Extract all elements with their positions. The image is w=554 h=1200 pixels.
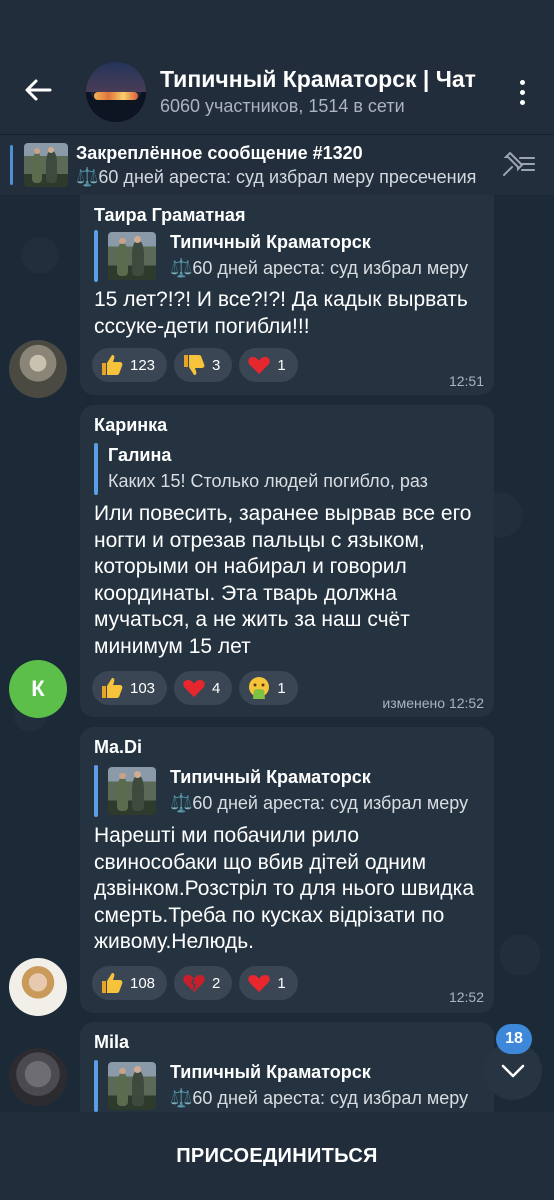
message-bubble[interactable]: Ma.Di Типичный Краматорск ⚖️60 дней арес… (80, 727, 494, 1013)
reaction-count: 1 (277, 974, 286, 992)
reply-author: Галина (108, 445, 172, 465)
pinned-indicator (10, 145, 13, 185)
chat-avatar[interactable] (86, 62, 146, 122)
reply-thumbnail (108, 232, 156, 280)
reactions-row: 108 2 1 (92, 966, 298, 1000)
message-author[interactable]: Mila (94, 1032, 129, 1053)
reply-text: ⚖️60 дней ареста: суд избрал меру (170, 1088, 469, 1108)
more-menu-button[interactable] (508, 74, 536, 110)
reply-author: Типичный Краматорск (170, 767, 371, 787)
pinned-list-button[interactable] (500, 149, 536, 184)
reaction-count: 1 (277, 356, 286, 374)
dot-icon (519, 89, 525, 95)
reaction-count: 123 (130, 356, 156, 374)
thumbs-down-icon (184, 355, 205, 375)
vomit-face-icon (249, 677, 270, 699)
reaction-count: 103 (130, 679, 156, 697)
reply-thumbnail (108, 1062, 156, 1110)
pinned-thumbnail (24, 143, 68, 187)
reply-preview[interactable]: Типичный Краматорск ⚖️60 дней ареста: су… (94, 230, 480, 282)
dot-icon (519, 79, 525, 85)
message-bubble[interactable]: Каринка Галина Каких 15! Столько людей п… (80, 405, 494, 717)
thumbs-up-icon (102, 678, 123, 698)
pinned-text: ⚖️60 дней ареста: суд избрал меру пресеч… (76, 167, 477, 187)
heart-icon (248, 975, 271, 992)
message-time: 12:52 (448, 989, 484, 1005)
reactions-row: 123 3 1 (92, 348, 298, 382)
arrow-left-icon (25, 79, 52, 101)
join-bar: ПРИСОЕДИНИТЬСЯ (0, 1112, 554, 1200)
reaction-count: 2 (212, 974, 221, 992)
thumbs-up-icon (102, 355, 123, 375)
broken-heart-icon (183, 975, 205, 992)
chat-title[interactable]: Типичный Краматорск | Чат (160, 66, 490, 93)
reaction-heart[interactable]: 1 (239, 966, 298, 1000)
heart-icon (248, 357, 271, 374)
reply-text: ⚖️60 дней ареста: суд избрал меру (170, 258, 469, 278)
reaction-broken-heart[interactable]: 2 (174, 966, 233, 1000)
user-avatar[interactable] (9, 340, 67, 398)
reaction-thumbs-down[interactable]: 3 (174, 348, 233, 382)
reaction-count: 1 (277, 679, 286, 697)
message-text: Или повесить, заранее вырвав все его ног… (94, 502, 472, 658)
heart-icon (183, 680, 205, 697)
reaction-thumbs-up[interactable]: 123 (92, 348, 168, 382)
message-time: 12:51 (448, 373, 484, 389)
reactions-row: 103 4 1 (92, 671, 298, 705)
reply-preview[interactable]: Галина Каких 15! Столько людей погибло, … (94, 443, 480, 495)
chat-header: Типичный Краматорск | Чат 6060 участнико… (0, 0, 554, 134)
reply-author: Типичный Краматорск (170, 232, 371, 252)
reply-preview[interactable]: Типичный Краматорск ⚖️60 дней ареста: су… (94, 765, 480, 817)
message-bubble[interactable]: Таира Граматная Типичный Краматорск ⚖️60… (80, 195, 494, 395)
message-time: изменено 12:52 (382, 695, 484, 711)
reply-author: Типичный Краматорск (170, 1062, 371, 1082)
reaction-count: 4 (212, 679, 221, 697)
reaction-heart[interactable]: 4 (174, 671, 233, 705)
thumbs-up-icon (102, 973, 123, 993)
user-avatar[interactable] (9, 958, 67, 1016)
reply-thumbnail (108, 767, 156, 815)
reply-text: ⚖️60 дней ареста: суд избрал меру (170, 793, 469, 813)
message-author[interactable]: Таира Граматная (94, 205, 245, 226)
pinned-title: Закреплённое сообщение #1320 (76, 143, 363, 163)
dot-icon (519, 99, 525, 105)
chat-member-count: 6060 участников, 1514 в сети (160, 96, 405, 116)
message-author[interactable]: Каринка (94, 415, 167, 436)
chat-screen: Типичный Краматорск | Чат 6060 участнико… (0, 0, 554, 1200)
join-button[interactable]: ПРИСОЕДИНИТЬСЯ (176, 1145, 378, 1168)
reaction-thumbs-up[interactable]: 108 (92, 966, 168, 1000)
reaction-count: 108 (130, 974, 156, 992)
message-author[interactable]: Ma.Di (94, 737, 142, 758)
message-text: 15 лет?!?! И все?!?! Да кадык вырвать сс… (94, 288, 468, 338)
unread-count-badge: 18 (496, 1024, 532, 1054)
reply-preview[interactable]: Типичный Краматорск ⚖️60 дней ареста: су… (94, 1060, 480, 1112)
message-text: Нарешті ми побачили рило свинособаки що … (94, 824, 474, 953)
chevron-down-icon (501, 1064, 525, 1078)
reaction-count: 3 (212, 356, 221, 374)
user-avatar[interactable] (9, 1048, 67, 1106)
reaction-thumbs-up[interactable]: 103 (92, 671, 168, 705)
message-bubble[interactable]: Mila Типичный Краматорск ⚖️60 дней арест… (80, 1022, 494, 1122)
pin-list-icon (503, 152, 535, 176)
reaction-heart[interactable]: 1 (239, 348, 298, 382)
reply-text: Каких 15! Столько людей погибло, раз (108, 471, 428, 491)
back-button[interactable] (18, 70, 58, 110)
user-avatar-letter[interactable]: К (9, 660, 67, 718)
reaction-vomit[interactable]: 1 (239, 671, 298, 705)
pinned-message-bar[interactable]: Закреплённое сообщение #1320 ⚖️60 дней а… (0, 134, 554, 195)
